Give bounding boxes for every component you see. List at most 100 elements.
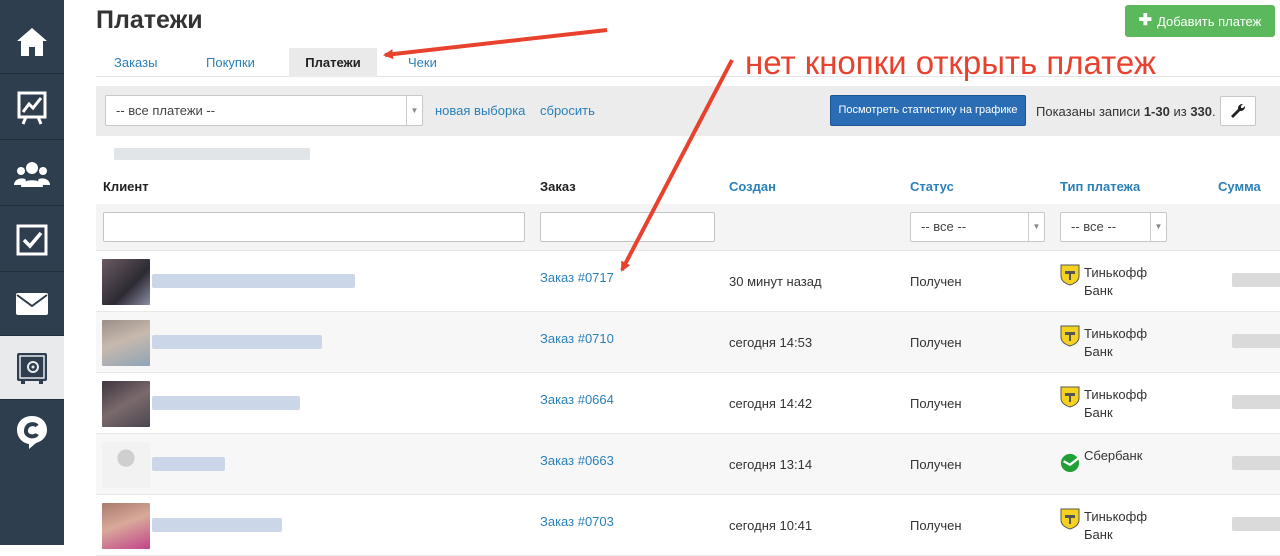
sberbank-icon	[1060, 453, 1080, 473]
client-name-blurred[interactable]	[152, 518, 282, 532]
mail-icon	[16, 292, 48, 315]
table-row[interactable]: Заказ #0717 30 минут назад Получен Тиньк…	[96, 251, 1280, 312]
status-text: Получен	[910, 335, 962, 350]
tinkoff-icon	[1060, 264, 1080, 286]
chevron-down-icon: ▼	[1028, 213, 1044, 241]
column-header-amount[interactable]: Сумма	[1218, 179, 1261, 194]
settings-button[interactable]	[1220, 96, 1256, 126]
sidebar-item-tasks[interactable]	[0, 208, 64, 272]
payment-type: Тинькофф Банк	[1084, 265, 1148, 298]
sidebar-item-brand[interactable]	[0, 400, 64, 464]
payment-type: Тинькофф Банк	[1084, 509, 1148, 542]
column-header-order: Заказ	[540, 179, 576, 194]
records-range: 1-30	[1143, 104, 1170, 119]
table-filter-row: -- все -- ▼ -- все -- ▼	[96, 204, 1280, 251]
tasks-icon	[16, 224, 48, 255]
add-payment-button[interactable]: ✚ Добавить платеж	[1125, 5, 1275, 37]
client-name-blurred[interactable]	[152, 396, 300, 410]
column-header-client: Клиент	[103, 179, 149, 194]
new-selection-link[interactable]: новая выборка	[435, 103, 525, 118]
avatar	[102, 259, 150, 305]
amount-blurred	[1232, 273, 1280, 287]
chevron-down-icon: ▼	[406, 96, 422, 125]
logo-icon	[17, 416, 47, 449]
created-time: 30 минут назад	[729, 274, 822, 289]
sidebar-item-reports[interactable]	[0, 76, 64, 140]
add-payment-label: Добавить платеж	[1157, 13, 1262, 29]
payment-type: Тинькофф Банк	[1084, 326, 1148, 359]
table-row[interactable]: Заказ #0663 сегодня 13:14 Получен Сберба…	[96, 434, 1280, 495]
sidebar	[0, 0, 64, 545]
type-filter-value: -- все --	[1071, 219, 1117, 234]
blurred-filter-summary	[114, 148, 310, 160]
status-filter-value: -- все --	[921, 219, 967, 234]
type-filter-select[interactable]: -- все -- ▼	[1060, 212, 1167, 242]
amount-blurred	[1232, 395, 1280, 409]
view-stats-button[interactable]: Посмотреть статистику на графике	[830, 95, 1026, 126]
order-link[interactable]: Заказ #0664	[540, 392, 614, 407]
plus-icon: ✚	[1138, 12, 1153, 29]
order-link[interactable]: Заказ #0717	[540, 270, 614, 285]
segment-select[interactable]: -- все платежи -- ▼	[105, 95, 423, 126]
created-time: сегодня 13:14	[729, 457, 813, 472]
records-suffix: .	[1212, 104, 1216, 119]
client-name-blurred[interactable]	[152, 457, 225, 471]
segment-select-value: -- все платежи --	[116, 103, 216, 118]
wrench-icon	[1231, 104, 1245, 118]
created-time: сегодня 14:53	[729, 335, 813, 350]
sidebar-item-payments[interactable]	[0, 336, 64, 400]
annotation-text: нет кнопки открыть платеж	[745, 44, 1156, 81]
sidebar-item-home[interactable]	[0, 10, 64, 74]
records-prefix: Показаны записи	[1036, 104, 1144, 119]
amount-blurred	[1232, 334, 1280, 348]
avatar	[102, 320, 150, 366]
payment-type: Сбербанк	[1084, 448, 1143, 463]
users-icon	[14, 161, 50, 187]
avatar	[102, 503, 150, 549]
tab-purchases[interactable]: Покупки	[206, 48, 255, 77]
page-title: Платежи	[96, 6, 203, 34]
tab-orders[interactable]: Заказы	[114, 48, 157, 77]
safe-icon	[17, 352, 47, 384]
table-row[interactable]: Заказ #0710 сегодня 14:53 Получен Тинько…	[96, 312, 1280, 373]
column-header-created[interactable]: Создан	[729, 179, 776, 194]
order-link[interactable]: Заказ #0710	[540, 331, 614, 346]
tinkoff-icon	[1060, 325, 1080, 347]
sidebar-item-mail[interactable]	[0, 272, 64, 336]
amount-blurred	[1232, 517, 1280, 531]
client-name-blurred[interactable]	[152, 335, 322, 349]
tinkoff-icon	[1060, 508, 1080, 530]
status-text: Получен	[910, 518, 962, 533]
chevron-down-icon: ▼	[1150, 213, 1166, 241]
order-link[interactable]: Заказ #0663	[540, 453, 614, 468]
order-link[interactable]: Заказ #0703	[540, 514, 614, 529]
home-icon	[17, 27, 47, 56]
tab-receipts[interactable]: Чеки	[408, 48, 437, 77]
status-text: Получен	[910, 457, 962, 472]
records-middle: из	[1169, 104, 1191, 119]
tinkoff-icon	[1060, 386, 1080, 408]
client-name-blurred[interactable]	[152, 274, 355, 288]
avatar	[102, 442, 150, 488]
records-count: Показаны записи 1-30 из 330.	[1036, 104, 1216, 119]
payment-type: Тинькофф Банк	[1084, 387, 1148, 420]
table-row[interactable]: Заказ #0664 сегодня 14:42 Получен Тинько…	[96, 373, 1280, 434]
order-filter-input[interactable]	[540, 212, 715, 242]
created-time: сегодня 10:41	[729, 518, 813, 533]
reset-link[interactable]: сбросить	[540, 103, 595, 118]
tab-payments[interactable]: Платежи	[289, 48, 377, 77]
status-text: Получен	[910, 396, 962, 411]
filter-bar: -- все платежи -- ▼ новая выборка сброси…	[96, 86, 1280, 136]
status-text: Получен	[910, 274, 962, 289]
column-header-payment-type[interactable]: Тип платежа	[1060, 179, 1140, 194]
table-row[interactable]: Заказ #0703 сегодня 10:41 Получен Тинько…	[96, 495, 1280, 556]
client-filter-input[interactable]	[103, 212, 525, 242]
status-filter-select[interactable]: -- все -- ▼	[910, 212, 1045, 242]
created-time: сегодня 14:42	[729, 396, 813, 411]
sidebar-item-users[interactable]	[0, 142, 64, 206]
avatar	[102, 381, 150, 427]
records-total: 330	[1190, 104, 1213, 119]
amount-blurred	[1232, 456, 1280, 470]
column-header-status[interactable]: Статус	[910, 179, 954, 194]
chart-icon	[17, 91, 47, 125]
